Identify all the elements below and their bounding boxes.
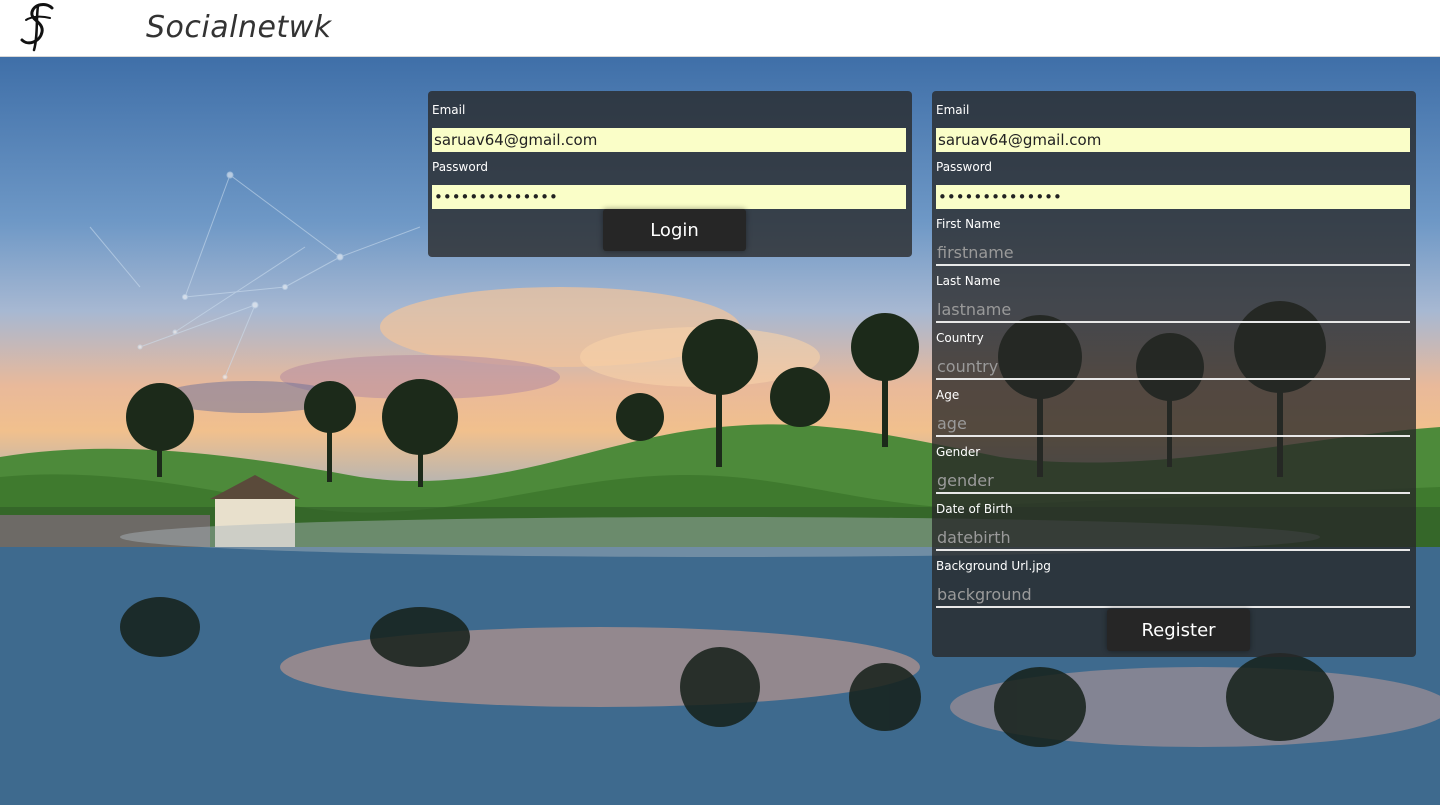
register-button[interactable]: Register	[1107, 609, 1250, 651]
age-input[interactable]	[936, 411, 1410, 437]
age-label: Age	[936, 388, 960, 402]
country-label: Country	[936, 331, 984, 345]
lastname-input[interactable]	[936, 297, 1410, 323]
firstname-input[interactable]	[936, 240, 1410, 266]
login-email-label: Email	[432, 103, 466, 117]
register-email-input[interactable]	[936, 128, 1410, 152]
background-url-label: Background Url.jpg	[936, 559, 1051, 573]
firstname-label: First Name	[936, 217, 1001, 231]
login-email-input[interactable]	[432, 128, 906, 152]
background-url-input[interactable]	[936, 582, 1410, 608]
login-button[interactable]: Login	[603, 209, 746, 251]
login-password-label: Password	[432, 160, 489, 174]
register-password-input[interactable]	[936, 185, 1410, 209]
login-password-input[interactable]	[432, 185, 906, 209]
register-form: Email Password First Name Last Name Coun…	[932, 91, 1416, 657]
register-email-label: Email	[936, 103, 970, 117]
script-s-logo-icon[interactable]	[16, 2, 60, 54]
lastname-label: Last Name	[936, 274, 1001, 288]
gender-label: Gender	[936, 445, 981, 459]
dob-label: Date of Birth	[936, 502, 1013, 516]
top-navbar: Socialnetwk	[0, 0, 1440, 57]
gender-input[interactable]	[936, 468, 1410, 494]
dob-input[interactable]	[936, 525, 1410, 551]
country-input[interactable]	[936, 354, 1410, 380]
brand-title[interactable]: Socialnetwk	[146, 10, 332, 45]
register-password-label: Password	[936, 160, 993, 174]
login-form: Email Password Login	[428, 91, 912, 257]
